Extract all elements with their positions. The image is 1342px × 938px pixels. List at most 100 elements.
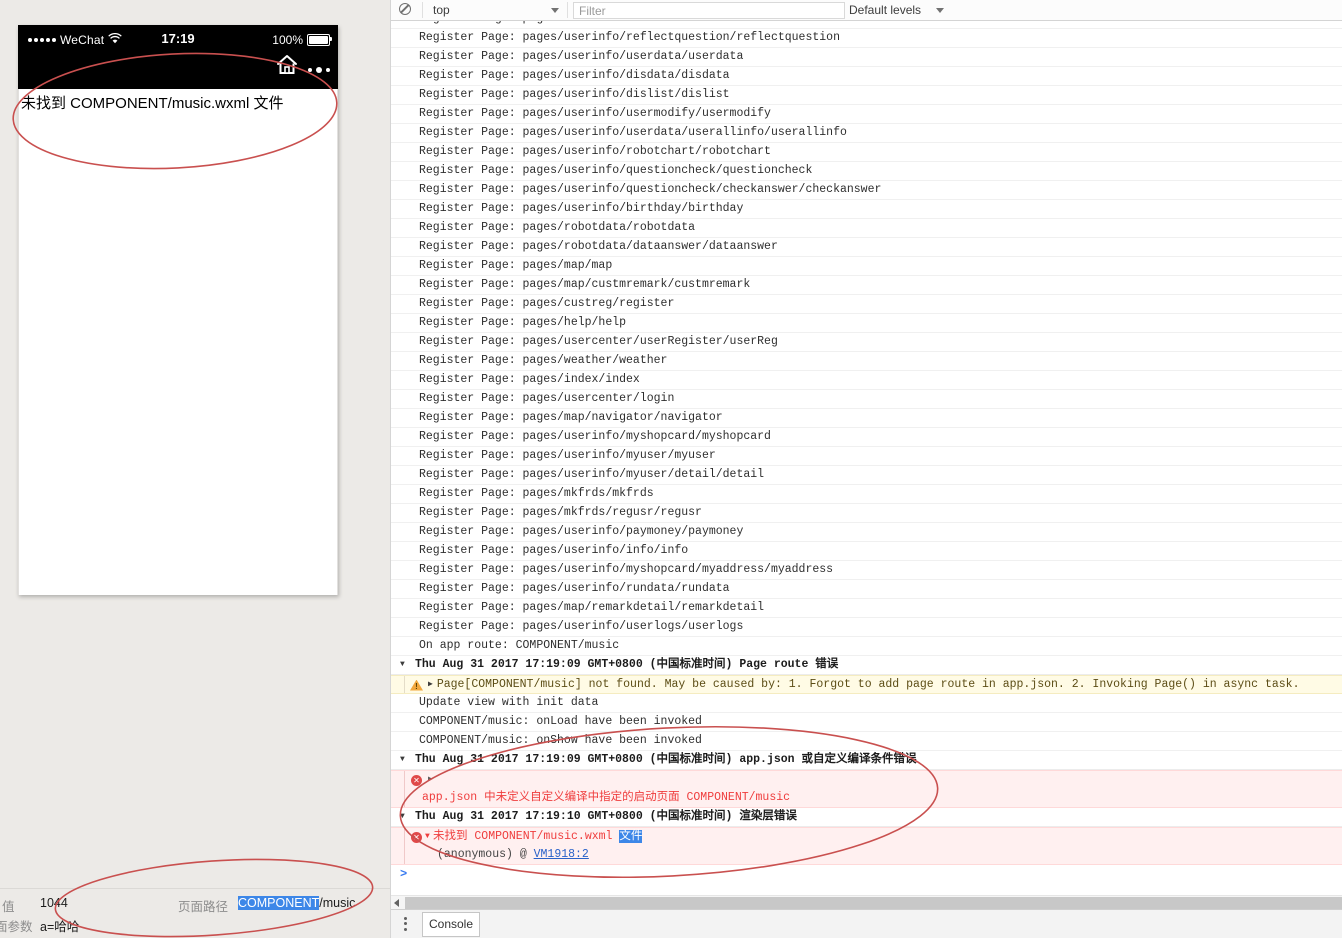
page-path-selected-text: COMPONENT (238, 896, 320, 910)
error-circle-icon: ✕ (411, 831, 422, 843)
console-warning-row: ! ▶ Page[COMPONENT/music] not found. May b… (391, 675, 1342, 694)
param-label-clipped-char: 面 (0, 920, 8, 934)
warning-message: Page[COMPONENT/music] not found. May be … (436, 678, 1300, 691)
console-drawer-bar: Console (391, 909, 1342, 938)
console-log-row: Register Page: pages/userinfo/userlogs/u… (391, 618, 1342, 637)
log-text: Register Page: pages/weather/weather (419, 354, 668, 367)
console-log-row: Register Page: pages/userinfo/myuser/myu… (391, 447, 1342, 466)
log-text: Register Page: pages/userinfo/usermodify… (419, 107, 771, 120)
selected-text: 文件 (619, 830, 643, 843)
console-log-row: Register Page: pages/userinfo/rundata/ru… (391, 580, 1342, 599)
param-field-label: 参数 (7, 920, 33, 934)
console-log-row: Register Page: pages/userinfo/usermodify… (391, 105, 1342, 124)
console-error-row: ✕ ▼ 未找到 COMPONENT/music.wxml 文件 (391, 827, 1342, 846)
error-message: 未找到 COMPONENT/music.wxml 文件 (433, 828, 643, 846)
collapse-triangle-icon[interactable]: ▼ (400, 751, 405, 769)
home-icon[interactable] (276, 54, 298, 80)
log-text: Register Page: pages/userinfo/birthday/b… (419, 202, 744, 215)
log-text: Register Page: pages/userinfo/reflectque… (419, 31, 840, 44)
levels-caret-icon[interactable] (936, 8, 944, 13)
source-link[interactable]: VM1918:2 (534, 848, 589, 861)
console-log-row: COMPONENT/music: onLoad have been invoke… (391, 713, 1342, 732)
battery-icon (307, 34, 332, 46)
stack-function: (anonymous) @ (437, 848, 534, 861)
expand-triangle-icon[interactable]: ▶ (428, 680, 433, 689)
console-log-row: Register Page: pages/userinfo/dislist/di… (391, 86, 1342, 105)
log-text: Register Page: pages/userinfo/info/info (419, 544, 689, 557)
group-header-text: Thu Aug 31 2017 17:19:10 GMT+0800 (中国标准时… (415, 810, 797, 823)
log-text: Register Page: pages/userinfo/questionch… (419, 183, 882, 196)
log-text: Register Page: pages/mkfrds/mkfrds (419, 487, 654, 500)
log-text: COMPONENT/music: onLoad have been invoke… (419, 715, 702, 728)
console-log-row: Register Page: pages/userinfo/questionch… (391, 181, 1342, 200)
filter-input[interactable] (573, 2, 845, 19)
scroll-left-arrow-icon[interactable] (391, 896, 404, 909)
context-selector[interactable]: top (433, 3, 450, 17)
left-panel-divider (0, 888, 390, 889)
group-indent-guide (404, 789, 405, 807)
log-text: Register Page: pages/help/help (419, 316, 627, 329)
log-text: Register Page: pages/map/custmremark/cus… (419, 278, 751, 291)
prompt-chevron-icon: > (400, 867, 408, 881)
console-log-row: COMPONENT/music: onShow have been invoke… (391, 732, 1342, 751)
console-log-row: Register Page: pages/userinfo/userdata/u… (391, 48, 1342, 67)
console-log-row: Register Page: pages/custreg/register (391, 295, 1342, 314)
group-indent-guide (404, 846, 405, 864)
console-log-row: Register Page: pages/map/navigator/navig… (391, 409, 1342, 428)
console-log-row: Register Page: pages/userinfo/myuser/det… (391, 466, 1342, 485)
toolbar-separator (567, 2, 568, 18)
more-menu-icon[interactable] (308, 67, 330, 73)
horizontal-scrollbar[interactable] (391, 895, 1342, 910)
console-log-row: Register Page: pages/userinfo/birthday/b… (391, 200, 1342, 219)
console-error-row: app.json 中未定义自定义编译中指定的启动页面 COMPONENT/mus… (391, 789, 1342, 808)
page-path-value[interactable]: COMPONENT/music (238, 896, 355, 910)
group-indent-guide (404, 771, 405, 789)
kebab-menu-icon[interactable] (404, 914, 407, 933)
log-text: Register Page: pages/custreg/register (419, 297, 675, 310)
log-text: Register Page: pages/userinfo/myuser/det… (419, 468, 765, 481)
console-group-header: ▼ Thu Aug 31 2017 17:19:09 GMT+0800 (中国标准… (391, 656, 1342, 675)
page-path-label: 页面路径 (178, 900, 229, 914)
warning-triangle-icon: ! (410, 679, 423, 691)
console-log-row: Register Page: pages/index/index (391, 371, 1342, 390)
log-text: Register Page: pages/userinfo/rundata/ru… (419, 582, 730, 595)
console-log-list: Register Page: pages/userinfo/userinfoRe… (391, 10, 1342, 884)
log-text: Register Page: pages/userinfo/myshopcard… (419, 563, 834, 576)
log-text: COMPONENT/music: onShow have been invoke… (419, 734, 702, 747)
console-log-row: Register Page: pages/robotdata/dataanswe… (391, 238, 1342, 257)
log-text: Register Page: pages/mkfrds/regusr/regus… (419, 506, 702, 519)
log-text: Register Page: pages/userinfo/userdata/u… (419, 126, 847, 139)
default-levels-dropdown[interactable]: Default levels (849, 3, 921, 17)
context-caret-icon[interactable] (551, 8, 559, 13)
console-log-row: Register Page: pages/userinfo/paymoney/p… (391, 523, 1342, 542)
console-log-row: Register Page: pages/mkfrds/regusr/regus… (391, 504, 1342, 523)
toolbar-separator (422, 2, 423, 18)
console-prompt[interactable]: > (391, 865, 1342, 884)
log-text: Register Page: pages/usercenter/userRegi… (419, 335, 778, 348)
collapse-triangle-icon[interactable]: ▼ (425, 828, 430, 846)
collapse-triangle-icon[interactable]: ▼ (400, 808, 405, 826)
log-text: Register Page: pages/usercenter/login (419, 392, 675, 405)
tab-console[interactable]: Console (422, 912, 480, 937)
console-log-row: Register Page: pages/usercenter/login (391, 390, 1342, 409)
console-log-row: Register Page: pages/mkfrds/mkfrds (391, 485, 1342, 504)
console-log-row: Register Page: pages/robotdata/robotdata (391, 219, 1342, 238)
console-log-row: Register Page: pages/weather/weather (391, 352, 1342, 371)
scrollbar-thumb[interactable] (405, 897, 1342, 909)
console-log-row: Register Page: pages/userinfo/robotchart… (391, 143, 1342, 162)
log-text: Register Page: pages/userinfo/userlogs/u… (419, 620, 744, 633)
clear-console-icon[interactable] (399, 3, 411, 15)
console-log-row: On app route: COMPONENT/music (391, 637, 1342, 656)
console-log-row: Register Page: pages/userinfo/info/info (391, 542, 1342, 561)
expand-triangle-icon[interactable]: ▶ (428, 771, 433, 789)
console-log-row: Register Page: pages/userinfo/reflectque… (391, 29, 1342, 48)
console-log-row: Register Page: pages/userinfo/userdata/u… (391, 124, 1342, 143)
log-text: Register Page: pages/userinfo/dislist/di… (419, 88, 730, 101)
log-text: Register Page: pages/map/remarkdetail/re… (419, 601, 765, 614)
log-text: Register Page: pages/userinfo/paymoney/p… (419, 525, 744, 538)
battery-percent-label: 100% (272, 33, 303, 47)
group-header-text: Thu Aug 31 2017 17:19:09 GMT+0800 (中国标准时… (415, 753, 917, 766)
console-toolbar: top Default levels (391, 0, 1342, 21)
collapse-triangle-icon[interactable]: ▼ (400, 656, 405, 674)
log-text: Register Page: pages/index/index (419, 373, 640, 386)
